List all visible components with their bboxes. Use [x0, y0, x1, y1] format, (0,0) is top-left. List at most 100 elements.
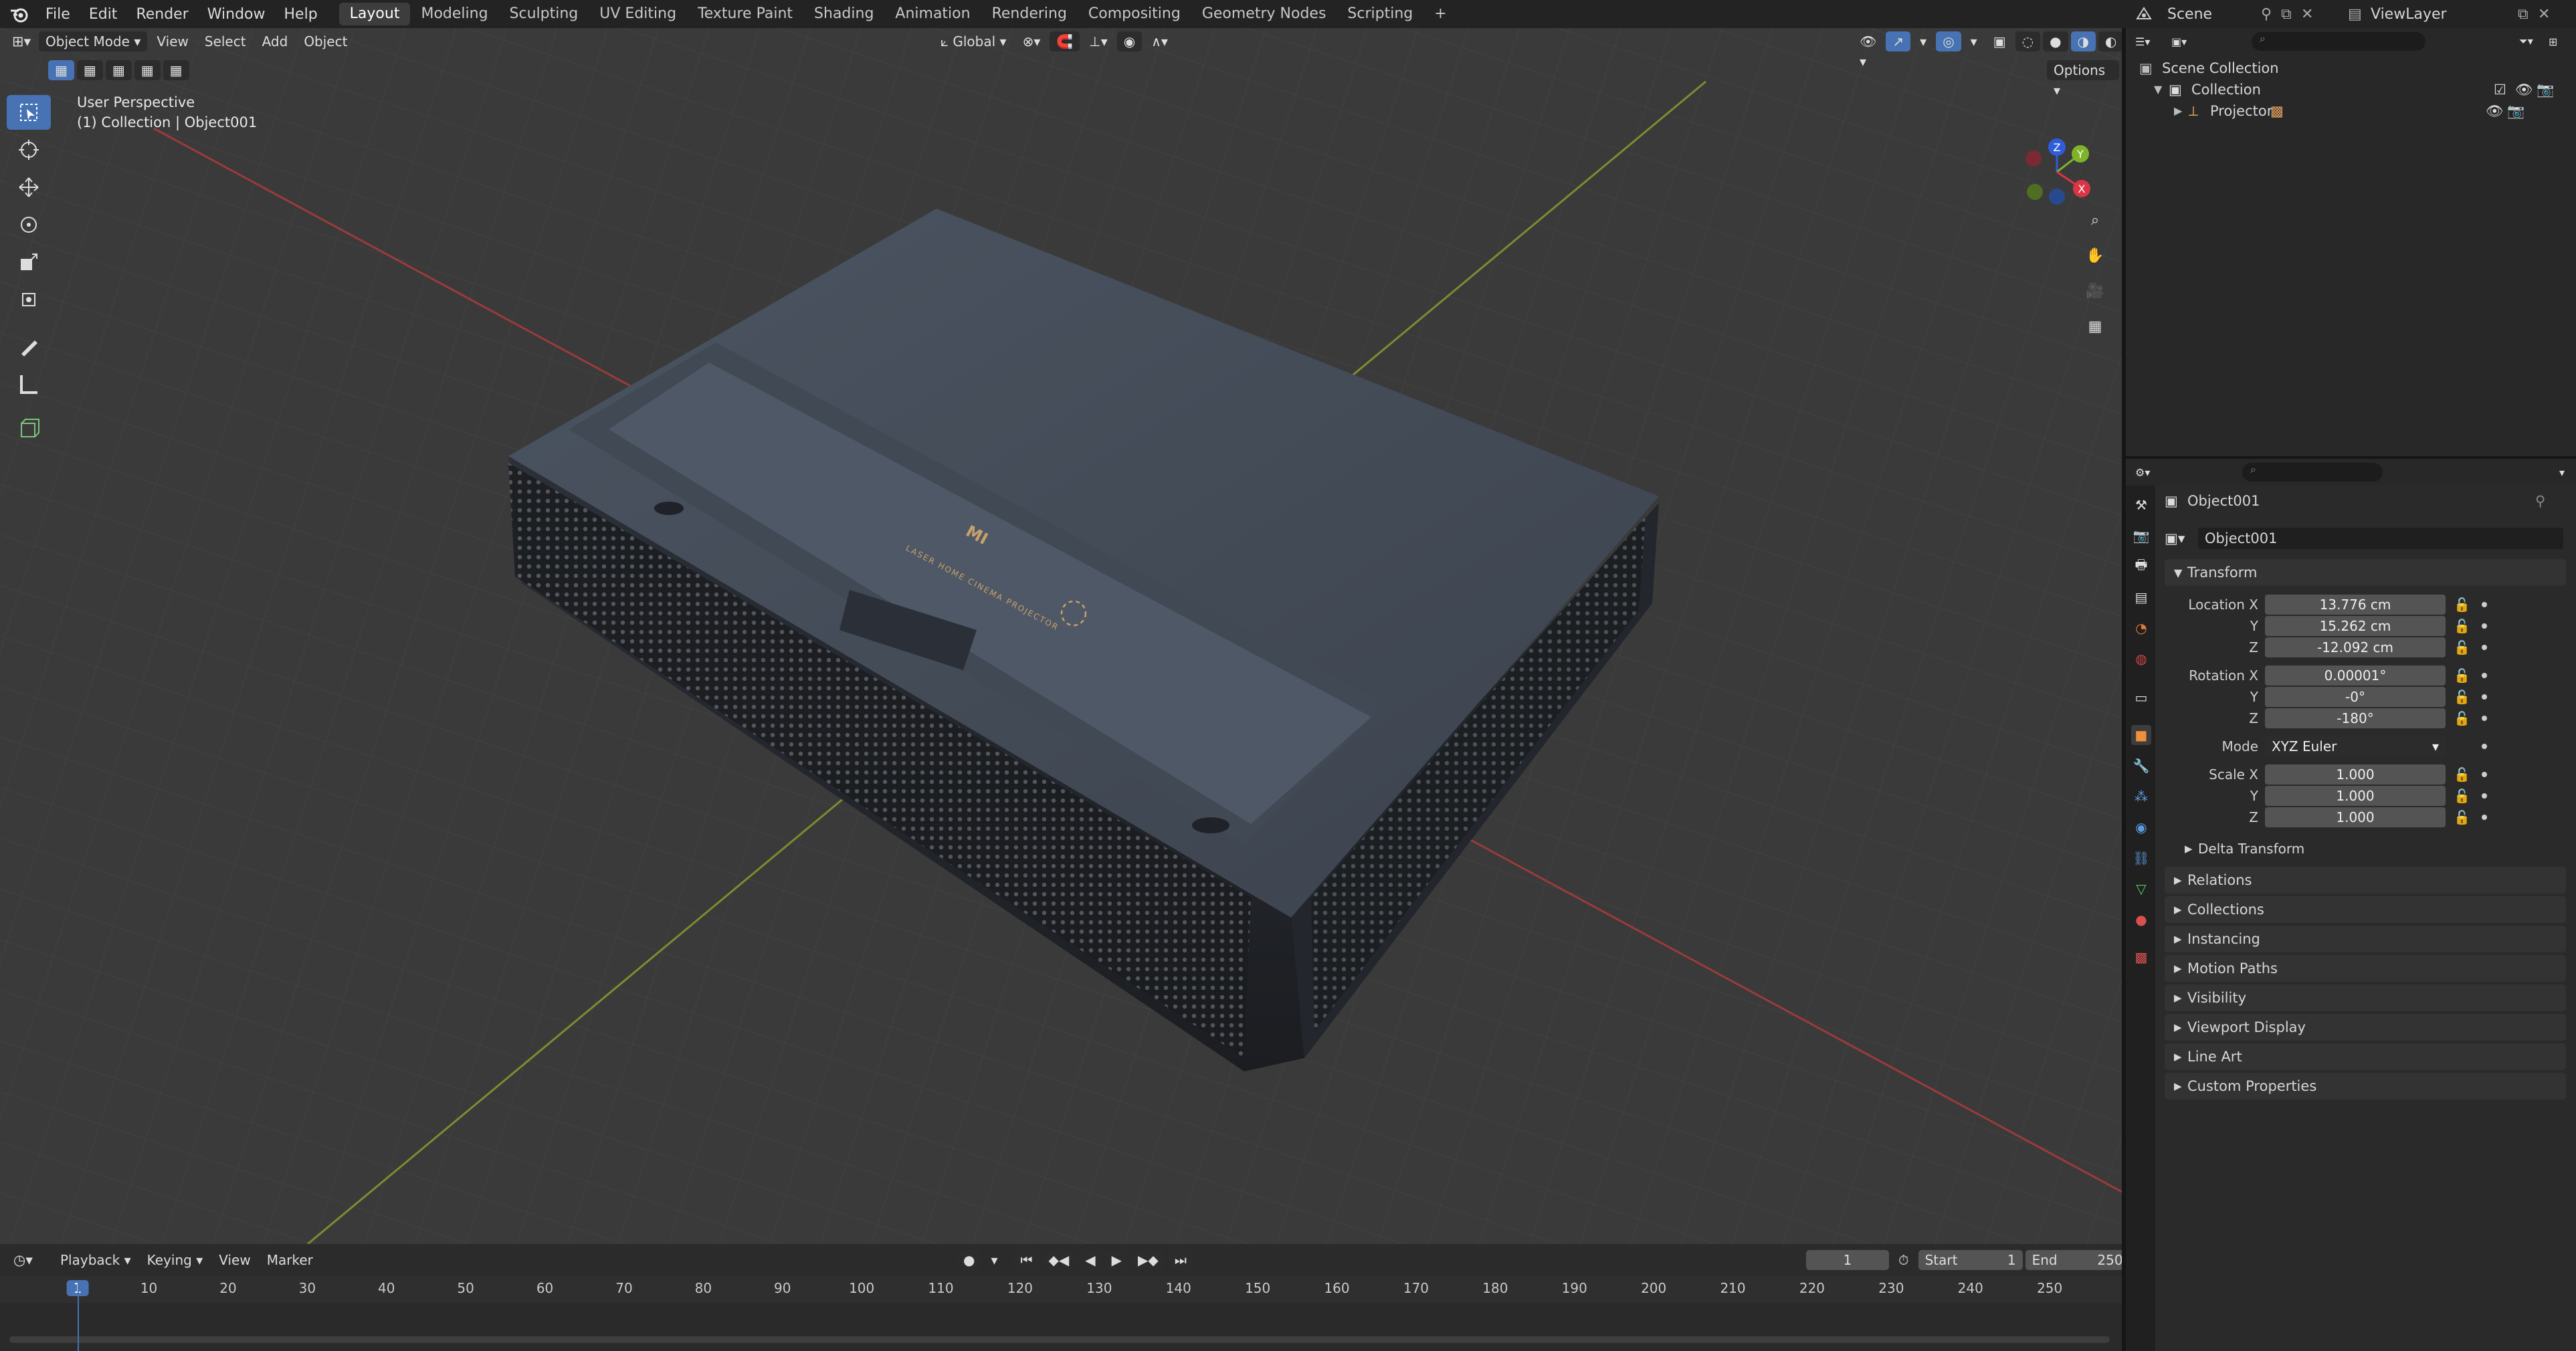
- gizmo-dropdown-icon[interactable]: ▾: [1913, 31, 1933, 51]
- particles-tab-icon[interactable]: ⁂: [2131, 787, 2151, 807]
- data-tab-icon[interactable]: ▽: [2131, 879, 2151, 899]
- filter-icon[interactable]: ⏷▾: [2519, 35, 2549, 48]
- visibility-filter-icon[interactable]: 👁▾: [1853, 31, 1883, 70]
- constraints-tab-icon[interactable]: ⛓: [2131, 848, 2151, 868]
- location-z-field[interactable]: -12.092 cm: [2265, 637, 2446, 657]
- end-frame-field[interactable]: End 250: [2025, 1250, 2130, 1270]
- keyframe-dot-icon[interactable]: [2482, 744, 2487, 749]
- tab-sculpting[interactable]: Sculpting: [499, 3, 589, 25]
- rotation-x-field[interactable]: 0.00001°: [2265, 665, 2446, 686]
- rotation-z-field[interactable]: -180°: [2265, 708, 2446, 728]
- physics-tab-icon[interactable]: ◉: [2131, 817, 2151, 837]
- jump-end-icon[interactable]: ⏭: [1167, 1250, 1193, 1270]
- motion-paths-panel-header[interactable]: ▶ Motion Paths: [2165, 955, 2566, 982]
- transform-orientation-dropdown[interactable]: ⟀ Global ▾: [934, 31, 1013, 51]
- horizontal-divider[interactable]: [2126, 456, 2576, 459]
- tab-uv-editing[interactable]: UV Editing: [589, 3, 687, 25]
- object-mode-dropdown[interactable]: Object Mode ▾: [39, 31, 148, 51]
- lock-icon[interactable]: 🔓: [2454, 809, 2470, 825]
- viewport-menu-object[interactable]: Object: [297, 31, 354, 51]
- timeline-scrollbar[interactable]: [9, 1336, 2110, 1343]
- scene-tab-icon[interactable]: ◔: [2131, 618, 2151, 638]
- annotate-tool-icon[interactable]: [7, 329, 51, 364]
- object-tab-icon[interactable]: ■: [2131, 725, 2151, 745]
- shading-solid-icon[interactable]: ●: [2043, 31, 2068, 51]
- transform-tool-icon[interactable]: [7, 282, 51, 317]
- playhead-line[interactable]: [78, 1283, 79, 1351]
- timeline-editor-type-icon[interactable]: ◷▾: [13, 1252, 54, 1268]
- keyframe-dot-icon[interactable]: [2482, 694, 2487, 700]
- pin-icon[interactable]: ⚲: [2261, 6, 2281, 23]
- delete-view-layer-icon[interactable]: ✕: [2538, 6, 2558, 23]
- current-frame-field[interactable]: 1: [1806, 1250, 1889, 1270]
- pivot-point-icon[interactable]: ⊗▾: [1016, 31, 1048, 51]
- expand-arrow-icon[interactable]: ▶: [2174, 100, 2189, 122]
- shading-wireframe-icon[interactable]: ◌: [2015, 31, 2041, 51]
- view-layer-icon[interactable]: ▤: [2348, 6, 2371, 23]
- snap-target-icon[interactable]: ⊥▾: [1082, 31, 1114, 51]
- tab-modeling[interactable]: Modeling: [410, 3, 498, 25]
- render-camera-icon[interactable]: 📷: [2537, 79, 2558, 100]
- timeline-menu-playback[interactable]: Playback ▾: [54, 1250, 138, 1270]
- tab-geometry-nodes[interactable]: Geometry Nodes: [1191, 3, 1337, 25]
- viewport-menu-add[interactable]: Add: [256, 31, 295, 51]
- move-tool-icon[interactable]: [7, 170, 51, 205]
- display-mode-icon[interactable]: ▣▾: [2171, 35, 2211, 48]
- render-tab-icon[interactable]: 📷: [2131, 526, 2151, 546]
- line-art-panel-header[interactable]: ▶ Line Art: [2165, 1043, 2566, 1070]
- lock-icon[interactable]: 🔓: [2454, 689, 2470, 705]
- shading-rendered-icon[interactable]: ◐: [2098, 31, 2122, 51]
- keyframe-dot-icon[interactable]: [2482, 602, 2487, 607]
- outliner-row-projector[interactable]: ▶ ⟂ Projector ▩ 👁 📷: [2174, 100, 2569, 122]
- lock-icon[interactable]: 🔓: [2454, 710, 2470, 726]
- scale-z-field[interactable]: 1.000: [2265, 807, 2446, 827]
- proportional-edit-icon[interactable]: ◉: [1116, 31, 1143, 51]
- outliner-row-scene-collection[interactable]: ▣ Scene Collection: [2139, 58, 2279, 79]
- select-extend-icon[interactable]: ▦: [76, 60, 103, 80]
- tab-scripting[interactable]: Scripting: [1336, 3, 1423, 25]
- menu-window[interactable]: Window: [198, 6, 275, 23]
- cursor-tool-icon[interactable]: [7, 132, 51, 167]
- mesh-data-icon[interactable]: ▩: [2270, 100, 2486, 122]
- timeline-body[interactable]: [0, 1303, 2122, 1351]
- navigation-gizmo[interactable]: Z Y X: [2020, 135, 2094, 209]
- scale-x-field[interactable]: 1.000: [2265, 764, 2446, 785]
- delete-scene-icon[interactable]: ✕: [2301, 6, 2321, 23]
- vertical-divider[interactable]: [2122, 28, 2126, 1351]
- tab-texture-paint[interactable]: Texture Paint: [687, 3, 803, 25]
- menu-render[interactable]: Render: [126, 6, 197, 23]
- object-name-field[interactable]: Object001: [2198, 528, 2563, 549]
- lock-icon[interactable]: 🔓: [2454, 597, 2470, 613]
- select-invert-icon[interactable]: ▦: [134, 60, 161, 80]
- jump-keyframe-forward-icon[interactable]: ▶◆: [1131, 1250, 1165, 1270]
- viewport-menu-view[interactable]: View: [150, 31, 195, 51]
- keyframe-dot-icon[interactable]: [2482, 772, 2487, 777]
- collection-tab-icon[interactable]: ▭: [2131, 688, 2151, 708]
- select-subtract-icon[interactable]: ▦: [105, 60, 132, 80]
- viewport-menu-select[interactable]: Select: [198, 31, 253, 51]
- tab-rendering[interactable]: Rendering: [981, 3, 1078, 25]
- 3d-viewport[interactable]: ⊞▾ Object Mode ▾ View Select Add Object …: [0, 28, 2122, 1244]
- timeline-menu-marker[interactable]: Marker: [260, 1250, 320, 1270]
- lock-icon[interactable]: 🔓: [2454, 667, 2470, 684]
- add-cube-tool-icon[interactable]: [7, 411, 51, 445]
- shading-material-icon[interactable]: ◑: [2070, 31, 2096, 51]
- add-workspace-button[interactable]: +: [1423, 3, 1457, 25]
- world-tab-icon[interactable]: ◍: [2131, 649, 2151, 669]
- tab-layout[interactable]: Layout: [338, 3, 411, 25]
- jump-keyframe-back-icon[interactable]: ◆◀: [1042, 1250, 1076, 1270]
- transform-panel-header[interactable]: ▼ Transform: [2165, 559, 2566, 586]
- proportional-falloff-icon[interactable]: ∧▾: [1145, 31, 1175, 51]
- options-dropdown[interactable]: Options ▾: [2047, 60, 2119, 98]
- auto-keying-icon[interactable]: ●: [957, 1250, 982, 1270]
- scale-tool-icon[interactable]: [7, 245, 51, 280]
- outliner-editor-type-icon[interactable]: ☰▾: [2135, 35, 2171, 48]
- custom-properties-panel-header[interactable]: ▶ Custom Properties: [2165, 1073, 2566, 1100]
- scale-y-field[interactable]: 1.000: [2265, 786, 2446, 806]
- view-layer-name[interactable]: ViewLayer: [2371, 6, 2518, 23]
- lock-icon[interactable]: 🔓: [2454, 766, 2470, 783]
- overlay-dropdown-icon[interactable]: ▾: [1964, 31, 1984, 51]
- new-scene-icon[interactable]: ⧉: [2281, 6, 2301, 23]
- editor-type-icon[interactable]: ⊞▾: [12, 33, 39, 49]
- keyframe-dot-icon[interactable]: [2482, 673, 2487, 678]
